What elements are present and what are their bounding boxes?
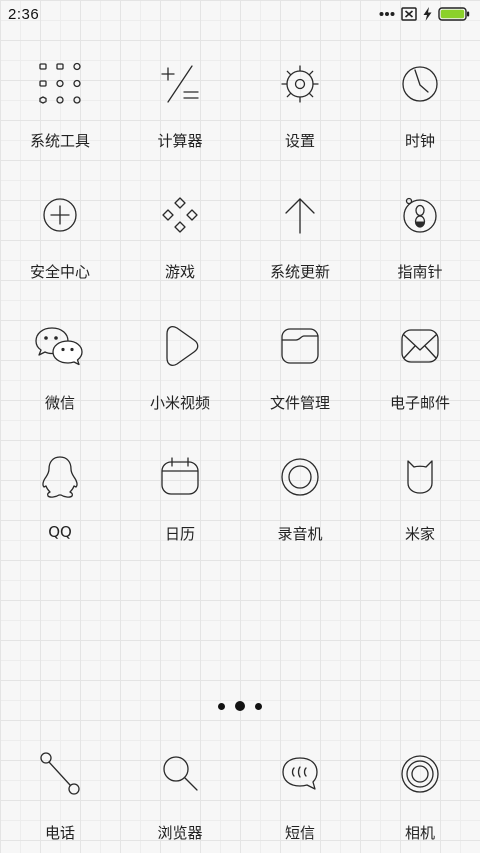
gear-icon <box>274 58 326 110</box>
page-dot[interactable] <box>255 702 262 710</box>
app-camera[interactable]: 相机 <box>360 748 480 853</box>
app-label: 米家 <box>404 525 435 543</box>
status-icons <box>379 7 470 21</box>
app-messages[interactable]: 短信 <box>240 748 360 853</box>
app-label: 游戏 <box>164 263 195 281</box>
wechat-icon <box>34 320 86 372</box>
app-label: 系统工具 <box>29 132 90 150</box>
diamonds-icon <box>154 189 206 241</box>
penguin-icon <box>34 451 86 503</box>
app-label: 浏览器 <box>157 824 203 842</box>
app-recorder[interactable]: 录音机 <box>240 445 360 576</box>
app-email[interactable]: 电子邮件 <box>360 314 480 445</box>
shield-plus-icon <box>34 189 86 241</box>
app-label: 电话 <box>44 824 75 842</box>
app-mijia[interactable]: 米家 <box>360 445 480 576</box>
record-icon <box>274 451 326 503</box>
page-dot[interactable] <box>218 702 225 710</box>
sim-off-icon <box>401 7 417 21</box>
compass-icon <box>394 189 446 241</box>
app-clock[interactable]: 时钟 <box>360 52 480 183</box>
app-phone[interactable]: 电话 <box>0 748 120 853</box>
battery-icon <box>438 7 470 21</box>
app-row: 安全中心 游戏 系统更新 指南针 <box>0 183 480 314</box>
charging-bolt-icon <box>423 7 432 21</box>
app-label: 微信 <box>44 394 75 412</box>
app-row: 系统工具 计算器 设置 时钟 <box>0 52 480 183</box>
app-browser[interactable]: 浏览器 <box>120 748 240 853</box>
mijia-icon <box>394 451 446 503</box>
app-row: QQ 日历 录音机 米家 <box>0 445 480 576</box>
folder-grid-icon <box>34 58 86 110</box>
app-label: 系统更新 <box>269 263 330 281</box>
app-label: 设置 <box>284 132 315 150</box>
app-label: 时钟 <box>404 132 435 150</box>
phone-icon <box>34 748 86 800</box>
message-bubble-icon <box>274 748 326 800</box>
calculator-icon <box>154 58 206 110</box>
play-icon <box>154 320 206 372</box>
app-calculator[interactable]: 计算器 <box>120 52 240 183</box>
status-bar: 2:36 <box>0 0 480 28</box>
app-games[interactable]: 游戏 <box>120 183 240 314</box>
clock-icon <box>394 58 446 110</box>
app-label: 电子邮件 <box>389 394 450 412</box>
app-system-update[interactable]: 系统更新 <box>240 183 360 314</box>
calendar-icon <box>154 451 206 503</box>
page-indicator[interactable] <box>0 698 480 714</box>
app-label: QQ <box>48 523 72 541</box>
app-label: 小米视频 <box>149 394 210 412</box>
camera-lens-icon <box>394 748 446 800</box>
app-calendar[interactable]: 日历 <box>120 445 240 576</box>
folder-icon <box>274 320 326 372</box>
app-label: 日历 <box>164 525 195 543</box>
app-settings[interactable]: 设置 <box>240 52 360 183</box>
app-qq[interactable]: QQ <box>0 445 120 576</box>
arrow-up-icon <box>274 189 326 241</box>
app-label: 相机 <box>404 824 435 842</box>
dock: 电话 浏览器 短信 相机 <box>0 748 480 853</box>
app-label: 短信 <box>284 824 315 842</box>
app-wechat[interactable]: 微信 <box>0 314 120 445</box>
app-security-center[interactable]: 安全中心 <box>0 183 120 314</box>
app-label: 录音机 <box>277 525 323 543</box>
app-label: 指南针 <box>397 263 443 281</box>
magnifier-icon <box>154 748 206 800</box>
envelope-icon <box>394 320 446 372</box>
app-label: 计算器 <box>157 132 203 150</box>
app-compass[interactable]: 指南针 <box>360 183 480 314</box>
app-row: 微信 小米视频 文件管理 电子邮件 <box>0 314 480 445</box>
app-label: 文件管理 <box>269 394 330 412</box>
app-grid: 系统工具 计算器 设置 时钟 安全中心 游戏 系统更新 指南针 微信 小米视频 … <box>0 52 480 576</box>
page-dot-active[interactable] <box>235 701 245 711</box>
more-dots-icon <box>379 12 395 16</box>
app-system-tools[interactable]: 系统工具 <box>0 52 120 183</box>
app-mi-video[interactable]: 小米视频 <box>120 314 240 445</box>
app-label: 安全中心 <box>29 263 90 281</box>
app-file-manager[interactable]: 文件管理 <box>240 314 360 445</box>
status-time: 2:36 <box>8 5 40 23</box>
